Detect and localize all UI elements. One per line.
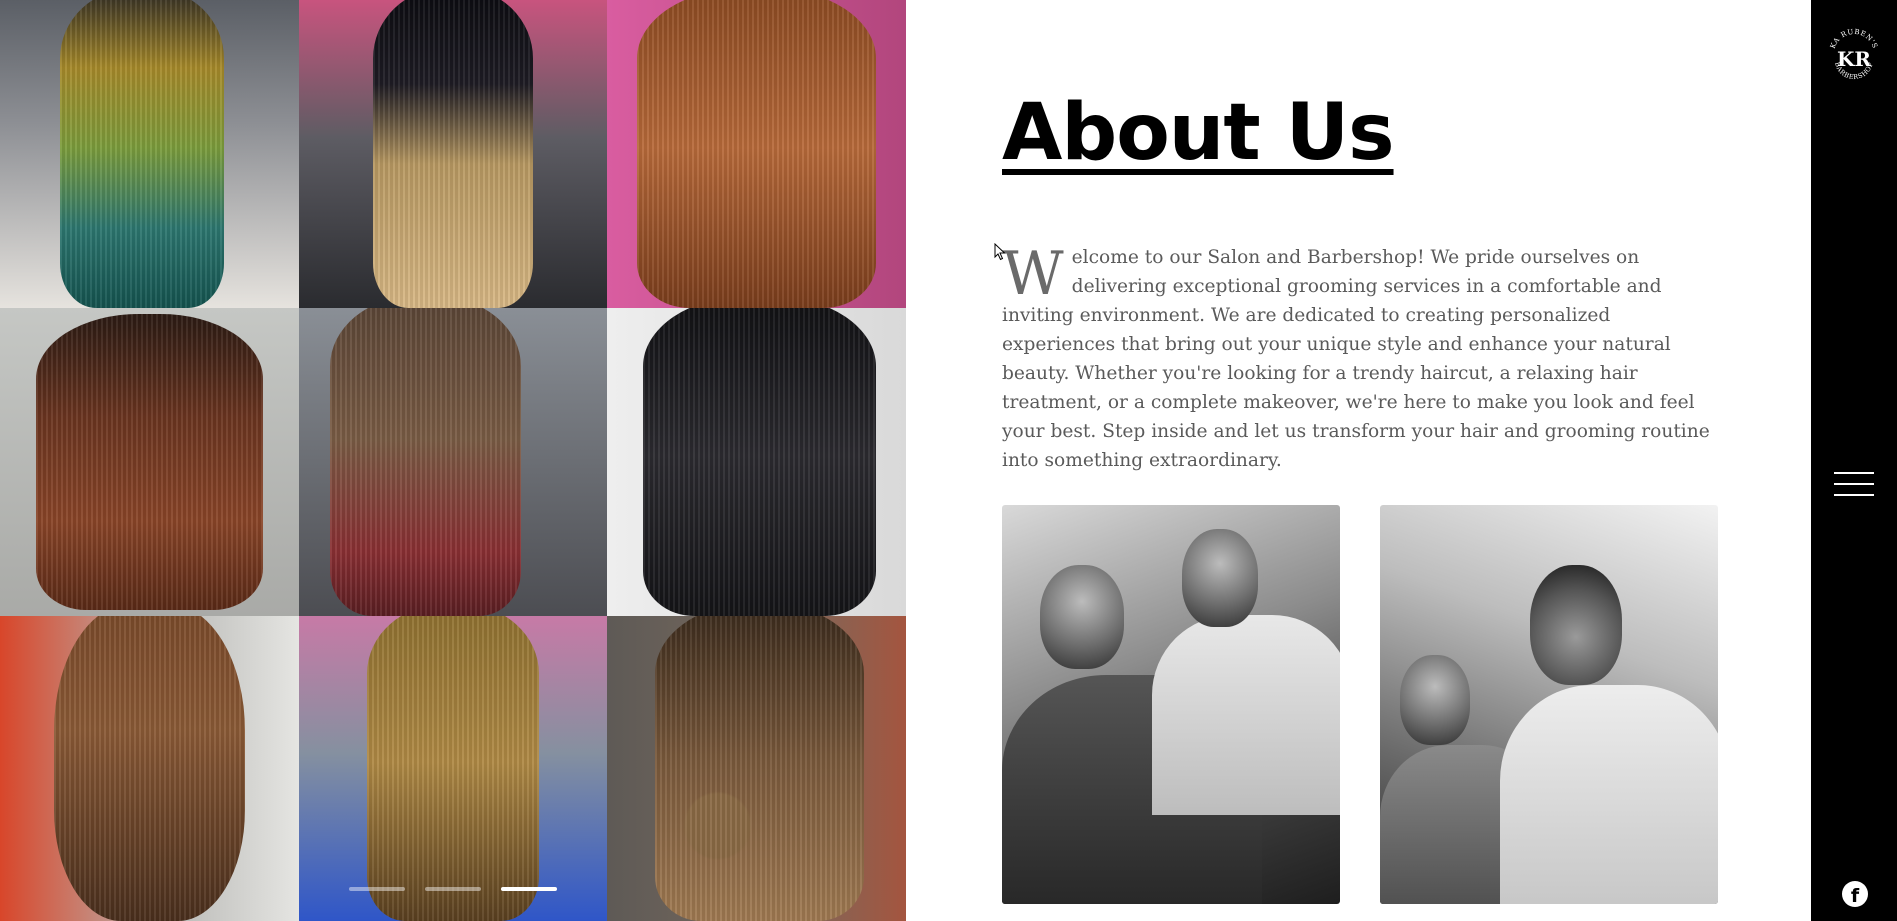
gallery-image-7[interactable] (0, 616, 299, 921)
mouse-cursor-icon (994, 243, 1006, 261)
about-section: About Us Welcome to our Salon and Barber… (906, 0, 1811, 921)
gallery-image-5[interactable] (299, 308, 607, 616)
gallery-image-2[interactable] (299, 0, 607, 308)
gallery-image-1[interactable] (0, 0, 299, 308)
customer-head (1530, 565, 1622, 685)
customer-cape (1500, 685, 1718, 904)
barber-photo-1 (1002, 505, 1340, 904)
slider-pagination (349, 887, 557, 891)
intro-drop-cap: W (1002, 239, 1064, 309)
gallery-image-6[interactable] (607, 308, 906, 616)
slider-dot-2[interactable] (425, 887, 481, 891)
barber-head (1182, 529, 1258, 627)
barber-shirt (1152, 615, 1340, 815)
facebook-icon[interactable]: f (1842, 881, 1868, 907)
intro-body: elcome to our Salon and Barbershop! We p… (1002, 247, 1710, 471)
gallery-image-4[interactable] (0, 308, 299, 616)
hamburger-menu-icon[interactable] (1834, 472, 1874, 496)
customer-head (1040, 565, 1124, 669)
barber-photo-2 (1380, 505, 1718, 904)
page-title: About Us (1002, 88, 1395, 178)
about-intro-text: Welcome to our Salon and Barbershop! We … (1002, 243, 1720, 475)
barber-head (1400, 655, 1470, 745)
right-sidebar: KA RUBEN'S KR BARBERSHOP f (1811, 0, 1897, 921)
gallery-image-3[interactable] (607, 0, 906, 308)
slider-dot-1[interactable] (349, 887, 405, 891)
barbershop-logo-icon[interactable]: KA RUBEN'S KR BARBERSHOP (1826, 24, 1882, 90)
gallery-image-9[interactable] (607, 616, 906, 921)
hair-gallery (0, 0, 906, 921)
gallery-image-8[interactable] (299, 616, 607, 921)
slider-dot-3[interactable] (501, 887, 557, 891)
